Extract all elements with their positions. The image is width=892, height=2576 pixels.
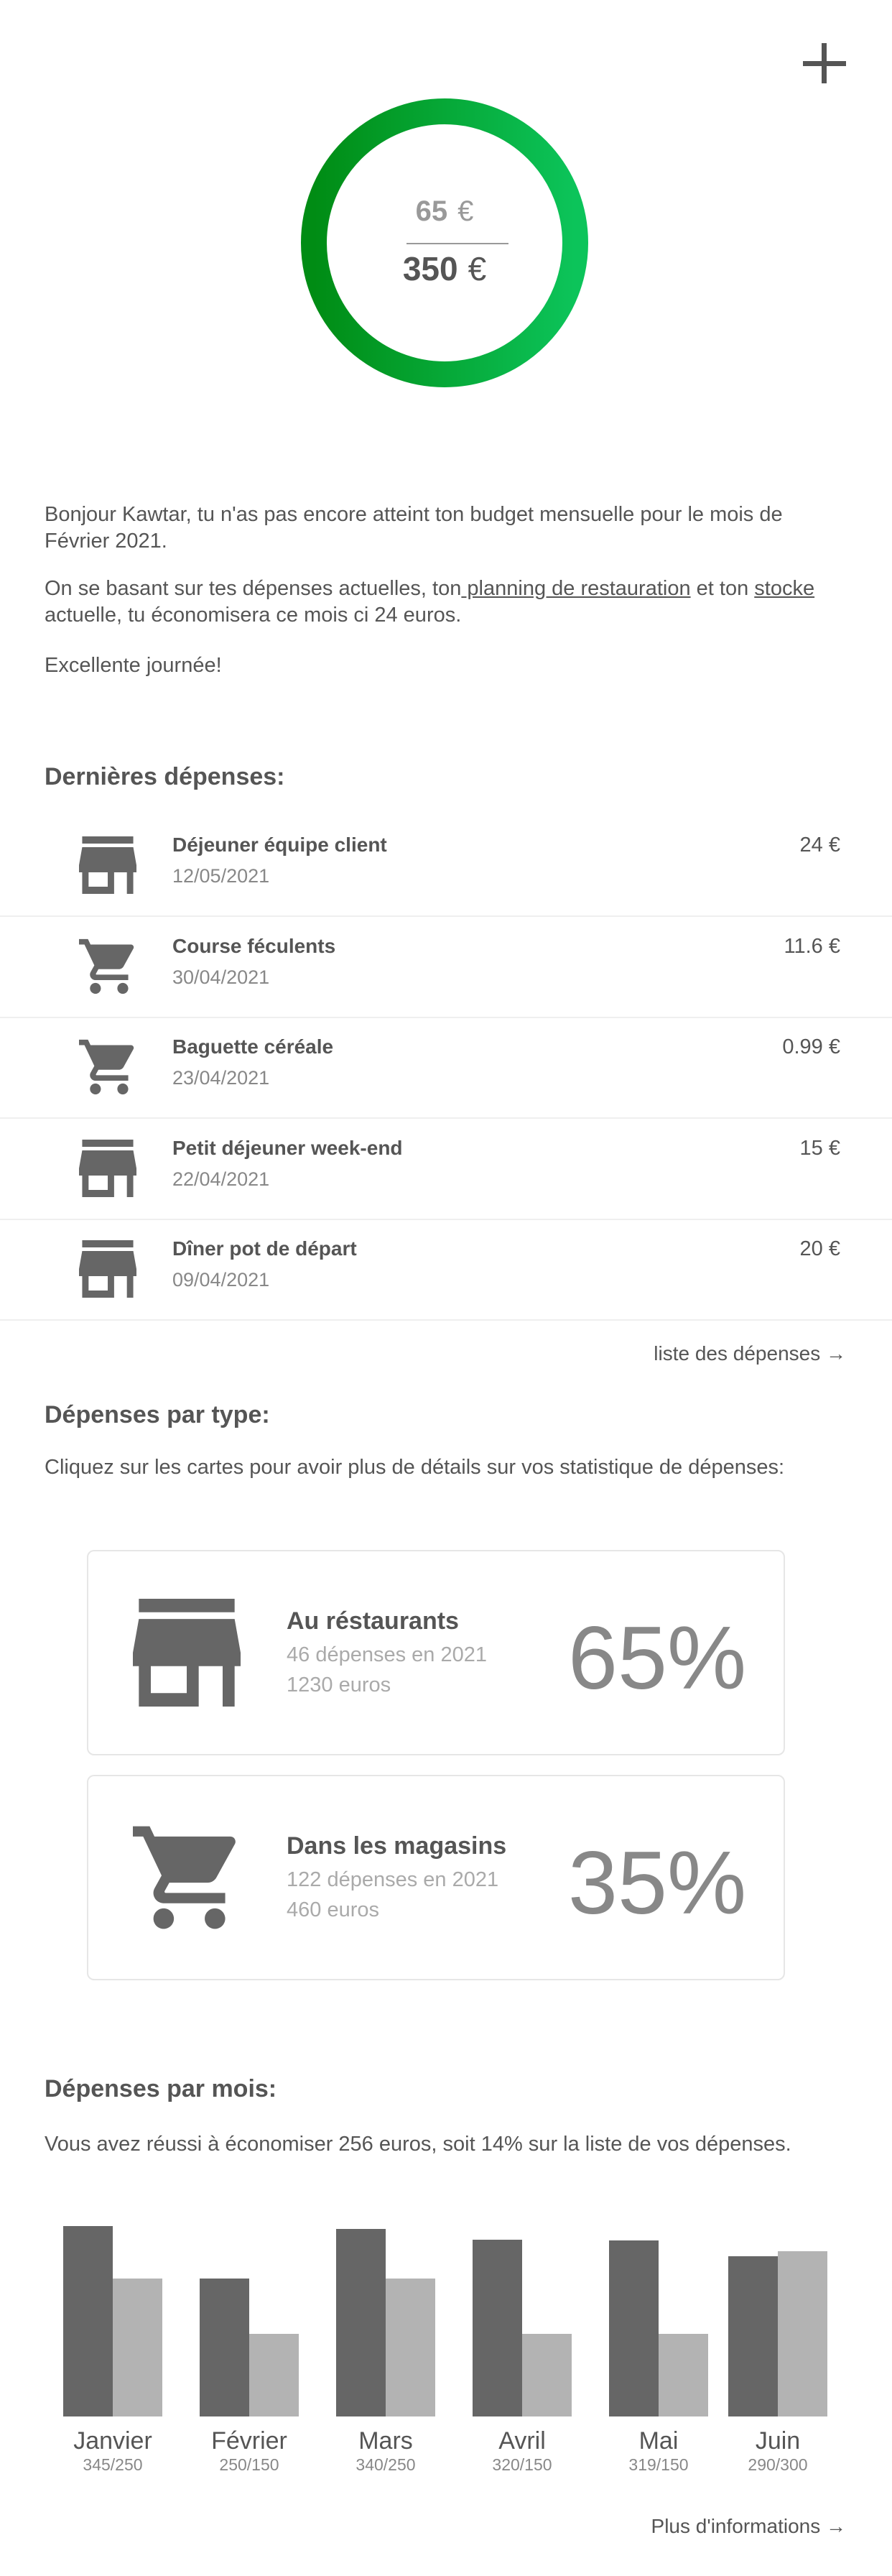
bar-juin-budget bbox=[778, 2250, 827, 2416]
expense-title: Petit déjeuner week-end bbox=[172, 1136, 403, 1159]
stock-link[interactable]: stocke bbox=[754, 577, 814, 600]
month-label: Janvier bbox=[73, 2427, 152, 2455]
expense-title: Déjeuner équipe client bbox=[172, 834, 387, 856]
bar-avril-budget bbox=[522, 2333, 572, 2416]
bar-juin-spent bbox=[728, 2256, 778, 2416]
bar-janvier-budget bbox=[113, 2278, 162, 2416]
type-card[interactable]: Dans les magasins 122 dépenses en 2021 4… bbox=[87, 1775, 785, 1980]
cart-icon bbox=[79, 1038, 136, 1096]
expense-date: 12/05/2021 bbox=[172, 865, 270, 887]
expense-amount: 11.6 € bbox=[784, 934, 840, 958]
bar-mars-spent bbox=[336, 2228, 386, 2416]
month-label: Avril bbox=[498, 2427, 546, 2455]
expense-list-link[interactable]: liste des dépenses → bbox=[654, 1342, 846, 1365]
store-icon bbox=[133, 1599, 241, 1707]
expense-amount: 20 € bbox=[799, 1237, 840, 1260]
savings-text: On se basant sur tes dépenses actuelles,… bbox=[45, 577, 815, 627]
closing-text: Excellente journée! bbox=[45, 654, 222, 677]
bar-janvier-spent bbox=[63, 2226, 113, 2416]
card-title: Au réstaurants bbox=[287, 1607, 459, 1635]
card-total: 460 euros bbox=[287, 1898, 379, 1921]
month-value-label: 290/300 bbox=[748, 2455, 808, 2474]
monthly-bar-chart: Janvier 345/250 Février 250/150 Mars 340/250 A… bbox=[45, 2156, 846, 2493]
cart-icon bbox=[133, 1824, 241, 1931]
expense-row[interactable]: Petit déjeuner week-end 22/04/2021 15 € bbox=[0, 1118, 892, 1220]
by-month-title: Dépenses par mois: bbox=[45, 2075, 277, 2102]
expense-row[interactable]: Baguette céréale 23/04/2021 0.99 € bbox=[0, 1017, 892, 1119]
expense-date: 30/04/2021 bbox=[172, 966, 270, 988]
bar-avril-spent bbox=[473, 2240, 522, 2416]
planning-link[interactable]: planning de restauration bbox=[461, 577, 690, 600]
expense-date: 09/04/2021 bbox=[172, 1269, 270, 1291]
store-icon bbox=[79, 1240, 136, 1298]
month-value-label: 345/250 bbox=[83, 2455, 143, 2474]
expense-amount: 0.99 € bbox=[782, 1035, 840, 1058]
by-month-desc: Vous avez réussi à économiser 256 euros,… bbox=[45, 2133, 791, 2156]
spent-amount: 65 € bbox=[415, 195, 474, 227]
month-value-label: 340/250 bbox=[356, 2455, 416, 2474]
expense-date: 23/04/2021 bbox=[172, 1067, 270, 1089]
bar-mai-budget bbox=[659, 2333, 708, 2416]
divider bbox=[406, 243, 508, 244]
card-total: 1230 euros bbox=[287, 1674, 391, 1696]
bar-mai-spent bbox=[609, 2240, 659, 2416]
type-card[interactable]: Au réstaurants 46 dépenses en 2021 1230 … bbox=[87, 1550, 785, 1755]
bar-février-budget bbox=[249, 2333, 299, 2416]
by-type-desc: Cliquez sur les cartes pour avoir plus d… bbox=[45, 1456, 785, 1479]
month-label: Février bbox=[211, 2427, 287, 2455]
expense-title: Baguette céréale bbox=[172, 1035, 334, 1058]
recent-title: Dernières dépenses: bbox=[45, 763, 285, 790]
add-expense-button[interactable] bbox=[803, 43, 846, 83]
greeting-text: Bonjour Kawtar, tu n'as pas encore attei… bbox=[45, 503, 783, 553]
card-title: Dans les magasins bbox=[287, 1832, 507, 1860]
by-type-title: Dépenses par type: bbox=[45, 1401, 270, 1428]
month-value-label: 319/150 bbox=[628, 2455, 689, 2474]
card-percent: 35% bbox=[568, 1834, 747, 1933]
expense-amount: 15 € bbox=[799, 1136, 840, 1160]
budget-total: 350 € bbox=[402, 250, 487, 287]
expense-row[interactable]: Course féculents 30/04/2021 11.6 € bbox=[0, 916, 892, 1018]
card-count: 122 dépenses en 2021 bbox=[287, 1868, 499, 1891]
month-value-label: 250/150 bbox=[219, 2455, 279, 2474]
expense-title: Course féculents bbox=[172, 934, 336, 957]
bar-février-spent bbox=[200, 2278, 249, 2416]
card-percent: 65% bbox=[568, 1609, 747, 1708]
card-count: 46 dépenses en 2021 bbox=[287, 1643, 487, 1666]
month-label: Mars bbox=[358, 2427, 413, 2455]
bar-mars-budget bbox=[386, 2278, 435, 2416]
expense-row[interactable]: Dîner pot de départ 09/04/2021 20 € bbox=[0, 1219, 892, 1321]
store-icon bbox=[79, 1139, 136, 1197]
store-icon bbox=[79, 836, 136, 894]
month-label: Juin bbox=[755, 2427, 801, 2455]
expense-date: 22/04/2021 bbox=[172, 1168, 270, 1190]
expense-amount: 24 € bbox=[799, 834, 840, 857]
cart-icon bbox=[79, 938, 136, 995]
more-info-link[interactable]: Plus d'informations → bbox=[651, 2515, 846, 2538]
month-value-label: 320/150 bbox=[492, 2455, 552, 2474]
expense-row[interactable]: Déjeuner équipe client 12/05/2021 24 € bbox=[0, 815, 892, 917]
expense-title: Dîner pot de départ bbox=[172, 1237, 357, 1260]
month-label: Mai bbox=[638, 2427, 679, 2455]
